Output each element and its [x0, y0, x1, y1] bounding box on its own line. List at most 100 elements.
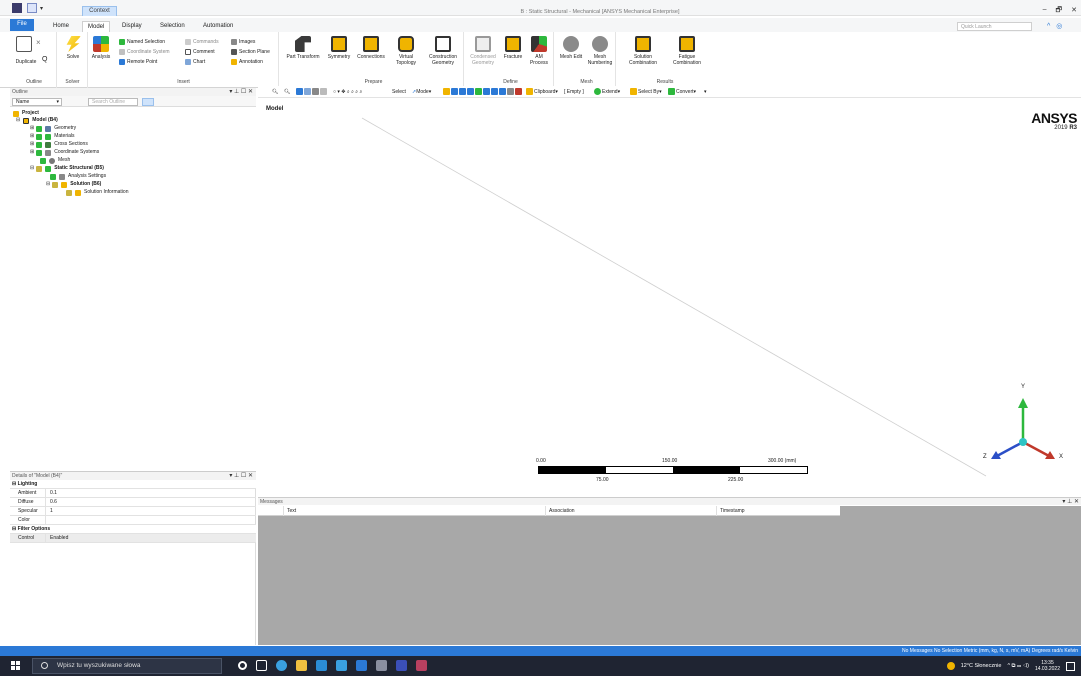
element-filter-icon[interactable]	[483, 88, 490, 96]
restore-button[interactable]: 🗗	[1056, 6, 1063, 17]
app-icon[interactable]	[12, 3, 22, 13]
tree-node-project[interactable]: Project	[13, 110, 39, 117]
detail-row[interactable]: Specular 1	[10, 507, 256, 516]
outline-filter-icon[interactable]	[142, 98, 154, 106]
detail-row[interactable]: Color	[10, 516, 256, 525]
graphics-viewport[interactable]: Model ANSYS 2019 R3 0.00 150.00 300.00 (…	[258, 100, 1081, 494]
face-filter-icon[interactable]	[459, 88, 466, 96]
filter-icon[interactable]	[515, 88, 522, 96]
tab-selection[interactable]: Selection	[155, 21, 190, 32]
rotate-icon[interactable]: ○ ▾ ✥ ⌕ ⌕ ⌕ ⌕	[333, 88, 362, 96]
construction-geometry-button[interactable]: Construction Geometry	[424, 36, 462, 66]
solve-button[interactable]: Solve	[64, 36, 82, 60]
select-by-dropdown[interactable]: Select By▾	[630, 88, 662, 96]
quick-launch-input[interactable]: Quick Launch	[957, 22, 1032, 31]
view-icon[interactable]	[320, 88, 327, 96]
notifications-icon[interactable]	[1066, 661, 1075, 671]
comment-button[interactable]: Comment	[185, 48, 215, 56]
context-tab[interactable]: Context	[82, 6, 117, 16]
view-icon[interactable]	[296, 88, 303, 96]
weather-text[interactable]: 12°C Słonecznie	[961, 663, 1002, 669]
mode-dropdown[interactable]: ➚Mode▾	[412, 88, 431, 96]
store-icon[interactable]	[316, 660, 327, 671]
column-timestamp[interactable]: Timestamp	[716, 506, 745, 516]
mail-icon[interactable]	[336, 660, 347, 671]
tray-icons[interactable]: ^ ⧉ ▭ ◁)	[1007, 663, 1029, 670]
tree-node-mesh[interactable]: Mesh	[40, 157, 70, 164]
tree-node-solution[interactable]: ⊟ Solution (B6)	[46, 181, 101, 188]
annotation-button[interactable]: Annotation	[231, 58, 263, 66]
tab-automation[interactable]: Automation	[198, 21, 238, 32]
connections-button[interactable]: Connections	[354, 36, 388, 60]
section-plane-button[interactable]: Section Plane	[231, 48, 270, 56]
zoom-box-icon[interactable]: 🔍︎	[284, 88, 290, 96]
edge-filter-icon[interactable]	[451, 88, 458, 96]
tab-home[interactable]: Home	[48, 21, 74, 32]
task-view-icon[interactable]	[256, 660, 267, 671]
commands-button[interactable]: Commands	[185, 38, 219, 46]
clipboard-dropdown[interactable]: Clipboard▾	[526, 88, 558, 96]
tree-node-geometry[interactable]: ⊞ Geometry	[30, 125, 76, 132]
body-filter-icon[interactable]	[467, 88, 474, 96]
tree-node-solution-information[interactable]: Solution Information	[66, 189, 128, 196]
node-filter-icon[interactable]	[475, 88, 482, 96]
quick-access-icon[interactable]	[27, 3, 37, 13]
extend-dropdown[interactable]: Extend▾	[594, 88, 620, 96]
detail-row[interactable]: Ambient 0.1	[10, 489, 256, 498]
mesh-numbering-button[interactable]: Mesh Numbering	[584, 36, 616, 66]
file-explorer-icon[interactable]	[296, 660, 307, 671]
fatigue-combination-button[interactable]: Fatigue Combination	[666, 36, 708, 66]
workbench-icon[interactable]	[356, 660, 367, 671]
cortana-icon[interactable]	[238, 661, 247, 670]
named-selection-button[interactable]: Named Selection	[119, 38, 165, 46]
condensed-geometry-button[interactable]: Condensed Geometry	[468, 36, 498, 66]
pane-pin-icon[interactable]: ▾ ⊥ ✕	[1062, 498, 1079, 506]
outline-search-input[interactable]: Search Outline	[88, 98, 138, 106]
remote-point-button[interactable]: Remote Point	[119, 58, 157, 66]
duplicate-button[interactable]	[16, 36, 32, 54]
axis-triad[interactable]: Y X Z	[983, 384, 1063, 480]
analysis-button[interactable]: Analysis	[91, 54, 111, 60]
minimize-button[interactable]: –	[1043, 6, 1047, 17]
select-label[interactable]: Select	[392, 88, 406, 96]
pane-pin-icon[interactable]: ▾ ⊥ ☐ ✕	[229, 88, 253, 96]
mesh-edit-button[interactable]: Mesh Edit	[558, 36, 584, 60]
ribbon-options-icon[interactable]: ^ ◎	[1047, 22, 1064, 30]
app-icon[interactable]	[376, 660, 387, 671]
tree-node-cross-sections[interactable]: ⊞ Cross Sections	[30, 141, 88, 148]
filter-icon[interactable]	[507, 88, 514, 96]
element-edge-filter-icon[interactable]	[499, 88, 506, 96]
spaceclaim-icon[interactable]	[396, 660, 407, 671]
mechanical-icon[interactable]	[416, 660, 427, 671]
quick-access-dropdown-icon[interactable]: ▾	[40, 5, 43, 12]
column-text[interactable]: Text	[283, 506, 296, 516]
am-process-button[interactable]: AM Process	[526, 36, 552, 66]
clock[interactable]: 13:35 14.03.2022	[1035, 660, 1060, 672]
windows-start-icon[interactable]	[11, 661, 20, 670]
close-button[interactable]: ✕	[1071, 6, 1077, 17]
column-association[interactable]: Association	[545, 506, 575, 516]
zoom-icon[interactable]: 🔍︎	[272, 88, 278, 96]
taskbar-search-input[interactable]: Wpisz tu wyszukiwane słowa	[32, 658, 222, 674]
delete-icon[interactable]: ×	[36, 39, 41, 47]
view-icon[interactable]	[304, 88, 311, 96]
tree-node-coordinate-systems[interactable]: ⊞ Coordinate Systems	[30, 149, 99, 156]
edge-browser-icon[interactable]	[276, 660, 287, 671]
images-button[interactable]: Images	[231, 38, 255, 46]
detail-row[interactable]: Diffuse 0.6	[10, 498, 256, 507]
part-transform-button[interactable]: Part Transform	[286, 36, 320, 60]
tab-display[interactable]: Display	[117, 21, 147, 32]
tree-node-model[interactable]: ⊟ Model (B4)	[16, 117, 58, 124]
vertex-filter-icon[interactable]	[443, 88, 450, 96]
element-face-filter-icon[interactable]	[491, 88, 498, 96]
tab-model[interactable]: Model	[82, 21, 111, 32]
convert-dropdown[interactable]: Convert▾	[668, 88, 696, 96]
chart-button[interactable]: Chart	[185, 58, 205, 66]
tree-node-static-structural[interactable]: ⊟ Static Structural (B5)	[30, 165, 104, 172]
toolbar-overflow-icon[interactable]: ▾	[704, 88, 707, 96]
view-icon[interactable]	[312, 88, 319, 96]
outline-filter-select[interactable]: Name ▾	[12, 98, 62, 106]
virtual-topology-button[interactable]: Virtual Topology	[390, 36, 422, 66]
category-lighting[interactable]: ⊟ Lighting	[10, 480, 256, 489]
tree-node-materials[interactable]: ⊞ Materials	[30, 133, 75, 140]
